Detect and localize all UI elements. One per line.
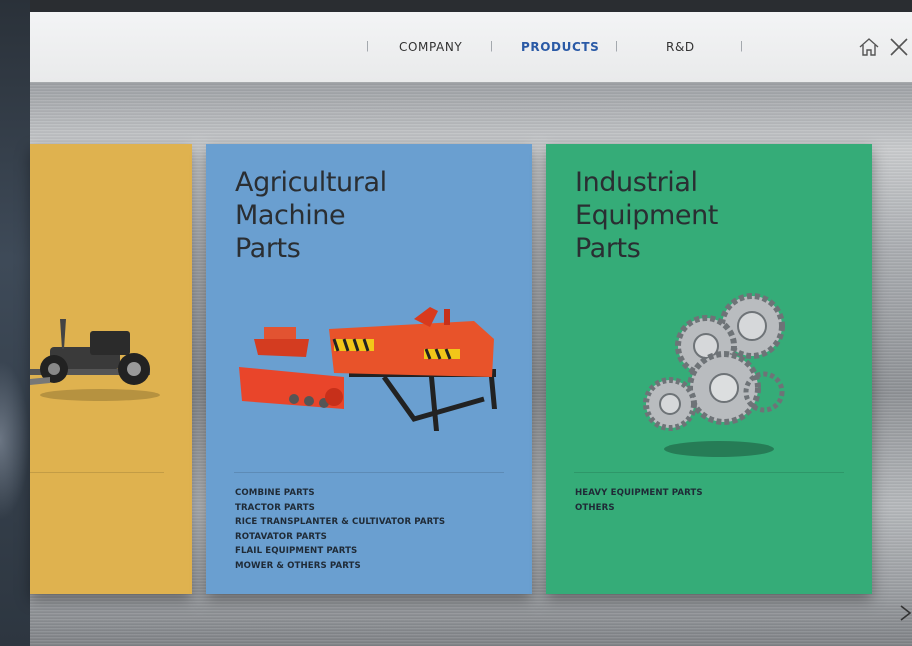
top-nav-bar: | COMPANY | PRODUCTS | R&D | xyxy=(30,12,912,82)
rotavator-image xyxy=(239,307,497,431)
card-title: Agricultural Machine Parts xyxy=(235,166,387,265)
card-title-line: Parts xyxy=(235,233,301,264)
card-title-line: Machine xyxy=(235,200,346,231)
card-item-link[interactable]: FLAIL EQUIPMENT PARTS xyxy=(235,544,445,559)
product-card-agricultural[interactable]: Agricultural Machine Parts COMBINE PARTS… xyxy=(206,144,532,594)
chevron-right-icon[interactable] xyxy=(899,602,912,624)
card-item-link[interactable]: TRACTOR PARTS xyxy=(235,501,445,516)
card-title: Industrial Equipment Parts xyxy=(575,166,718,265)
nav-separator: | xyxy=(490,40,493,52)
gears-image xyxy=(643,293,785,457)
home-icon-glyph xyxy=(859,38,879,56)
product-card-automotive[interactable] xyxy=(30,144,192,594)
car-chassis-image xyxy=(30,319,160,401)
card-title-line: Industrial xyxy=(575,167,698,198)
nav-separator: | xyxy=(615,40,618,52)
card-title-line: Equipment xyxy=(575,200,718,231)
product-card-industrial[interactable]: Industrial Equipment Parts HEAVY EQUIPME… xyxy=(546,144,872,594)
home-icon[interactable] xyxy=(856,34,882,60)
card-divider xyxy=(574,472,844,473)
nav-item-company[interactable]: COMPANY xyxy=(399,40,462,54)
close-icon-glyph xyxy=(890,38,908,56)
card-title-line: Parts xyxy=(575,233,641,264)
card-title-line: Agricultural xyxy=(235,167,387,198)
nav-item-products[interactable]: PRODUCTS xyxy=(521,40,599,54)
card-divider xyxy=(30,472,164,473)
left-frame xyxy=(0,0,30,646)
card-item-link[interactable]: MOWER & OTHERS PARTS xyxy=(235,559,445,574)
close-icon[interactable] xyxy=(886,34,912,60)
nav-separator: | xyxy=(366,40,369,52)
card-item-list: COMBINE PARTS TRACTOR PARTS RICE TRANSPL… xyxy=(235,486,445,574)
card-item-link[interactable]: OTHERS xyxy=(575,501,703,516)
card-divider xyxy=(234,472,504,473)
card-item-list: HEAVY EQUIPMENT PARTS OTHERS xyxy=(575,486,703,515)
card-item-link[interactable]: ROTAVATOR PARTS xyxy=(235,530,445,545)
card-item-link[interactable]: RICE TRANSPLANTER & CULTIVATOR PARTS xyxy=(235,515,445,530)
card-item-link[interactable]: HEAVY EQUIPMENT PARTS xyxy=(575,486,703,501)
top-frame xyxy=(0,0,912,12)
nav-separator: | xyxy=(740,40,743,52)
nav-item-rd[interactable]: R&D xyxy=(666,40,695,54)
card-item-link[interactable]: COMBINE PARTS xyxy=(235,486,445,501)
